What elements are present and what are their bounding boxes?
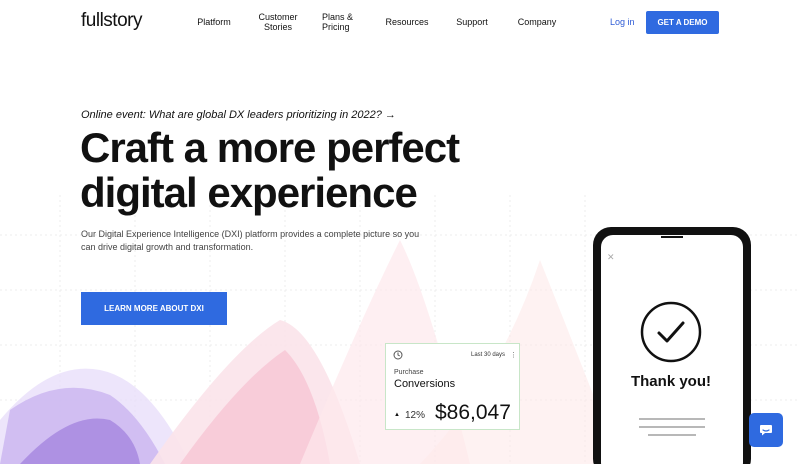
online-event-link[interactable]: Online event: What are global DX leaders… — [81, 109, 396, 121]
placeholder-line — [648, 434, 696, 436]
arrow-right-icon: → — [384, 109, 396, 121]
metric-title: Conversions — [394, 378, 456, 390]
hero-headline: Craft a more perfect digital experience — [80, 124, 460, 216]
metric-value: $86,047 — [435, 401, 511, 424]
get-a-demo-button[interactable]: GET A DEMO — [646, 11, 719, 34]
card-menu-icon[interactable]: ⋮ — [510, 351, 517, 359]
event-text: Online event: What are global DX leaders… — [81, 109, 382, 121]
placeholder-line — [639, 418, 705, 420]
metric-percent: 12% — [405, 410, 426, 421]
fullstory-logo[interactable]: fullstory — [81, 10, 142, 32]
nav-resources[interactable]: Resources — [383, 17, 431, 27]
nav-customer-stories[interactable]: Customer Stories — [254, 12, 302, 32]
login-link[interactable]: Log in — [610, 17, 635, 27]
hero-subtext: Our Digital Experience Intelligence (DXI… — [81, 229, 420, 252]
nav-company[interactable]: Company — [514, 17, 560, 27]
nav-plans-pricing[interactable]: Plans & Pricing — [322, 12, 362, 32]
learn-more-dxi-button[interactable]: LEARN MORE ABOUT DXI — [81, 292, 227, 325]
chat-widget-button[interactable] — [749, 413, 783, 447]
conversions-metric-card: Last 30 days ⋮ Purchase Conversions ▲ 12… — [385, 343, 520, 430]
trend-up-icon: ▲ — [394, 412, 400, 418]
placeholder-line — [639, 426, 705, 428]
nav-platform[interactable]: Platform — [194, 17, 234, 27]
clock-icon — [393, 350, 403, 360]
chat-icon — [760, 425, 772, 436]
check-circle-icon — [640, 301, 702, 363]
metric-category: Purchase — [394, 369, 424, 376]
close-icon: ✕ — [607, 252, 615, 262]
phone-notch — [661, 236, 683, 238]
thank-you-message: Thank you! — [630, 373, 711, 390]
date-range-label: Last 30 days — [471, 352, 506, 358]
nav-support[interactable]: Support — [452, 17, 492, 27]
